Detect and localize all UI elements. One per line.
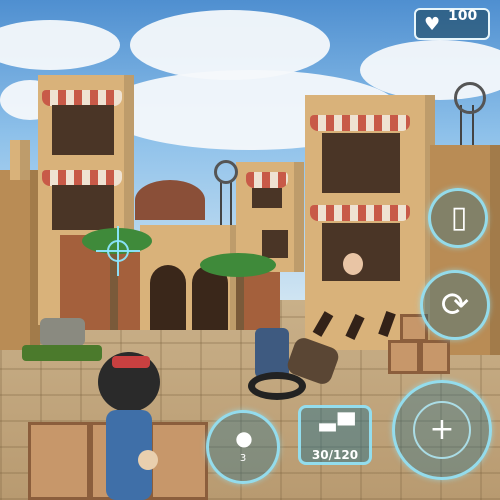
radio-button[interactable]: ▯: [428, 188, 488, 248]
awning: [42, 90, 122, 106]
palm-leaves: [200, 253, 276, 277]
smg-icon: ▬▀: [317, 414, 355, 439]
fire-button[interactable]: +: [392, 380, 492, 480]
awning: [310, 115, 410, 131]
radar-dish: [454, 82, 486, 114]
health-value: 100: [448, 8, 478, 24]
helmet-flag: [112, 356, 150, 368]
tire: [248, 372, 306, 400]
radar-dish: [214, 160, 238, 184]
player-hand: [138, 450, 158, 470]
heart-icon: ♥: [424, 14, 441, 35]
palm-trunk: [236, 270, 244, 330]
window: [322, 133, 400, 193]
well: [40, 318, 85, 346]
crosshair-fire-icon: +: [429, 412, 455, 447]
archway: [150, 265, 186, 330]
health-display: ♥ 100: [414, 8, 490, 40]
window: [252, 188, 282, 208]
ammo-counter: 30/120: [311, 448, 359, 462]
grenade-icon: ●: [235, 426, 253, 450]
grenade-count: 3: [239, 453, 247, 464]
window: [322, 223, 400, 281]
window: [262, 230, 288, 258]
window: [52, 105, 114, 155]
weapon-switch-button[interactable]: ▬▀ 30/120: [298, 405, 372, 465]
awning: [246, 172, 288, 188]
barrel: [255, 328, 289, 378]
crate: [420, 340, 450, 374]
reload-icon: ⟳: [440, 285, 470, 325]
awning: [310, 205, 410, 221]
window: [52, 185, 114, 230]
crate: [388, 340, 420, 374]
walkie-talkie-icon: ▯: [450, 200, 468, 235]
aim-reticle-icon: [96, 226, 140, 276]
crate: [150, 422, 208, 500]
grass-patch: [22, 345, 102, 361]
enemy-head: [343, 253, 363, 275]
radio-tower: [220, 180, 232, 225]
building-left-edge: [0, 170, 40, 350]
awning: [42, 170, 122, 186]
crate: [28, 422, 90, 500]
dome: [135, 180, 205, 220]
chimney: [10, 140, 30, 180]
reload-button[interactable]: ⟳: [420, 270, 490, 340]
grenade-button[interactable]: ● 3: [206, 410, 280, 484]
